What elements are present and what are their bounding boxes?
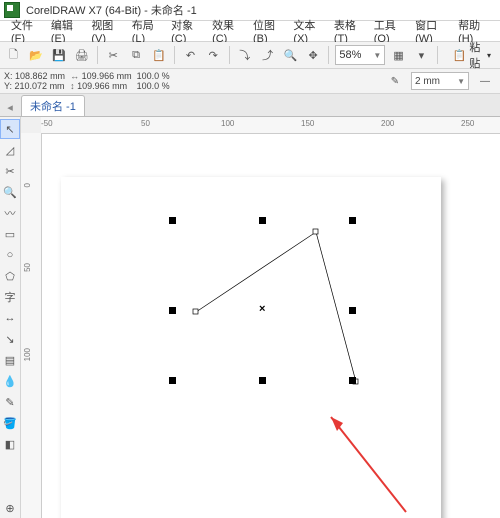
annotation-arrow-icon bbox=[21, 117, 500, 518]
menu-file[interactable]: 文件(F) bbox=[6, 17, 46, 45]
line-style-icon[interactable]: — bbox=[474, 70, 496, 92]
app-title: CorelDRAW X7 (64-Bit) - 未命名 -1 bbox=[26, 2, 197, 18]
width-icon: ↔ bbox=[70, 71, 79, 81]
outline-width-value: 2 mm bbox=[415, 76, 440, 87]
scale-y-value[interactable]: 100.0 bbox=[137, 81, 160, 91]
search-icon[interactable]: 🔍 bbox=[281, 44, 300, 66]
canvas-area[interactable]: -50 50 100 150 200 250 0 50 100 bbox=[21, 117, 500, 518]
dimension-tool-icon[interactable]: ↔ bbox=[0, 308, 20, 328]
menu-bitmaps[interactable]: 位图(B) bbox=[248, 17, 288, 45]
rectangle-tool-icon[interactable]: ▭ bbox=[0, 224, 20, 244]
y-label: Y: bbox=[4, 81, 12, 91]
undo-icon[interactable]: ↶ bbox=[181, 44, 200, 66]
paste-dropdown[interactable]: 📋 粘贴 ▾ bbox=[448, 44, 496, 66]
paste-label: 粘贴 bbox=[469, 39, 484, 71]
outline-pen-icon[interactable]: ✎ bbox=[384, 70, 406, 92]
chevron-down-icon[interactable]: ▼ bbox=[373, 51, 381, 60]
pan-icon[interactable]: ✥ bbox=[304, 44, 323, 66]
freehand-tool-icon[interactable]: 〰 bbox=[0, 203, 20, 223]
zoom-value: 58% bbox=[339, 49, 361, 61]
connector-tool-icon[interactable]: ↘ bbox=[0, 329, 20, 349]
eyedropper-tool-icon[interactable]: 💧 bbox=[0, 371, 20, 391]
separator bbox=[437, 46, 438, 64]
separator bbox=[328, 46, 329, 64]
pick-tool-icon[interactable]: ↖ bbox=[0, 119, 20, 139]
menu-bar: 文件(F) 编辑(E) 视图(V) 布局(L) 对象(C) 效果(C) 位图(B… bbox=[0, 21, 500, 42]
x-value[interactable]: 108.862 mm bbox=[15, 71, 65, 81]
cut-icon[interactable]: ✂ bbox=[104, 44, 123, 66]
zoom-tool-icon[interactable]: 🔍 bbox=[0, 182, 20, 202]
paste-icon[interactable]: 📋 bbox=[149, 44, 168, 66]
interactive-fill-tool-icon[interactable]: ◧ bbox=[0, 434, 20, 454]
menu-view[interactable]: 视图(V) bbox=[86, 17, 126, 45]
menu-tools[interactable]: 工具(O) bbox=[369, 17, 410, 45]
menu-text[interactable]: 文本(X) bbox=[288, 17, 328, 45]
tab-prev-icon[interactable]: ◂ bbox=[2, 98, 18, 116]
new-icon[interactable]: 🗋 bbox=[4, 44, 23, 66]
document-tabs: ◂ 未命名 -1 bbox=[0, 94, 500, 117]
copy-icon[interactable]: ⧉ bbox=[127, 44, 146, 66]
chevron-down-icon: ▾ bbox=[487, 51, 491, 60]
open-icon[interactable]: 📂 bbox=[27, 44, 46, 66]
chevron-down-icon[interactable]: ▼ bbox=[457, 77, 465, 86]
ellipse-tool-icon[interactable]: ○ bbox=[0, 245, 20, 265]
snap-icon[interactable]: ▦ bbox=[389, 44, 408, 66]
separator bbox=[97, 46, 98, 64]
redo-icon[interactable]: ↷ bbox=[204, 44, 223, 66]
property-bar: X: 108.862 mm Y: 210.072 mm ↔ 109.966 mm… bbox=[0, 69, 500, 94]
options-icon[interactable]: ▾ bbox=[412, 44, 431, 66]
save-icon[interactable]: 💾 bbox=[50, 44, 69, 66]
menu-table[interactable]: 表格(T) bbox=[329, 17, 369, 45]
pct-label: % bbox=[162, 71, 170, 81]
shape-tool-icon[interactable]: ◿ bbox=[0, 140, 20, 160]
menu-layout[interactable]: 布局(L) bbox=[127, 17, 166, 45]
standard-toolbar: 🗋 📂 💾 🖨 ✂ ⧉ 📋 ↶ ↷ ⤵ ⤴ 🔍 ✥ 58% ▼ ▦ ▾ 📋 粘贴… bbox=[0, 42, 500, 69]
expand-tool-icon[interactable]: ⊕ bbox=[0, 498, 20, 518]
workspace: ↖ ◿ ✂ 🔍 〰 ▭ ○ ⬠ 字 ↔ ↘ ▤ 💧 ✎ 🪣 ◧ ⊕ -50 50… bbox=[0, 117, 500, 518]
blend-tool-icon[interactable]: ▤ bbox=[0, 350, 20, 370]
height-value[interactable]: 109.966 mm bbox=[77, 81, 127, 91]
print-icon[interactable]: 🖨 bbox=[72, 44, 91, 66]
doc-tab-1[interactable]: 未命名 -1 bbox=[21, 95, 85, 116]
polygon-tool-icon[interactable]: ⬠ bbox=[0, 266, 20, 286]
outline-tool-icon[interactable]: ✎ bbox=[0, 392, 20, 412]
app-icon bbox=[4, 2, 20, 18]
crop-tool-icon[interactable]: ✂ bbox=[0, 161, 20, 181]
height-icon: ↕ bbox=[70, 81, 75, 91]
pct-label: % bbox=[162, 81, 170, 91]
width-value[interactable]: 109.966 mm bbox=[82, 71, 132, 81]
x-label: X: bbox=[4, 71, 13, 81]
export-icon[interactable]: ⤴ bbox=[258, 44, 277, 66]
separator bbox=[229, 46, 230, 64]
menu-window[interactable]: 窗口(W) bbox=[410, 17, 453, 45]
menu-object[interactable]: 对象(C) bbox=[166, 17, 207, 45]
menu-edit[interactable]: 编辑(E) bbox=[46, 17, 86, 45]
text-tool-icon[interactable]: 字 bbox=[0, 287, 20, 307]
menu-effects[interactable]: 效果(C) bbox=[207, 17, 248, 45]
y-value[interactable]: 210.072 mm bbox=[15, 81, 65, 91]
fill-tool-icon[interactable]: 🪣 bbox=[0, 413, 20, 433]
clipboard-icon: 📋 bbox=[453, 49, 467, 62]
outline-width-input[interactable]: 2 mm ▼ bbox=[411, 72, 469, 90]
separator bbox=[174, 46, 175, 64]
zoom-level-input[interactable]: 58% ▼ bbox=[335, 45, 385, 65]
scale-x-value[interactable]: 100.0 bbox=[137, 71, 160, 81]
toolbox: ↖ ◿ ✂ 🔍 〰 ▭ ○ ⬠ 字 ↔ ↘ ▤ 💧 ✎ 🪣 ◧ ⊕ bbox=[0, 117, 21, 518]
import-icon[interactable]: ⤵ bbox=[235, 44, 254, 66]
